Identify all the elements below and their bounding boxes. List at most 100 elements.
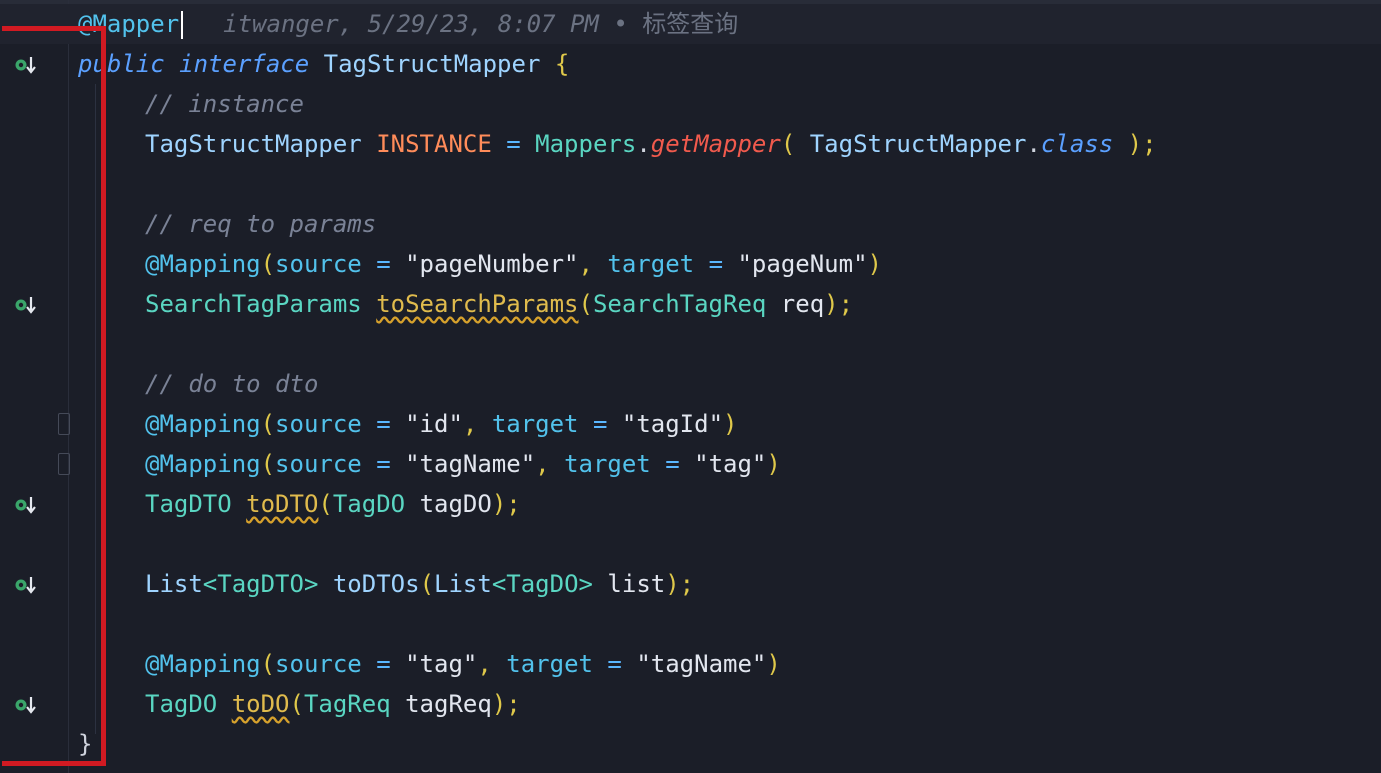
operator-equals: =: [376, 250, 391, 278]
mapping-annotation[interactable]: @Mapping: [145, 410, 261, 438]
attr-source: source: [275, 250, 362, 278]
attr-source: source: [275, 410, 362, 438]
keyword-class: class: [1040, 130, 1114, 158]
code-text[interactable]: @Mapping(source = "tagName", target = "t…: [145, 449, 781, 479]
code-line-mapping[interactable]: @Mapping(source = "pageNumber", target =…: [0, 244, 1381, 284]
code-line-method[interactable]: SearchTagParams toSearchParams(SearchTag…: [0, 284, 1381, 324]
string-value: "tag": [694, 450, 767, 478]
comment-do-to-dto: // do to dto: [145, 370, 319, 398]
close-paren-semicolon: );: [491, 490, 521, 518]
code-text[interactable]: TagDTO toDTO(TagDO tagDO);: [145, 489, 521, 519]
dot: .: [636, 130, 651, 158]
string-value: "tagName": [636, 650, 767, 678]
method-name-warning[interactable]: toDO: [232, 690, 290, 718]
code-line-method[interactable]: List<TagDTO> toDTOs(List<TagDO> list);: [0, 564, 1381, 604]
blame-separator: •: [613, 10, 628, 38]
method-name-warning[interactable]: toSearchParams: [376, 290, 578, 318]
comment-req-to-params: // req to params: [145, 210, 377, 238]
close-paren: ): [867, 250, 882, 278]
mapping-annotation[interactable]: @Mapping: [145, 650, 261, 678]
code-text[interactable]: public interface TagStructMapper {: [78, 49, 569, 79]
return-type[interactable]: TagDO: [145, 690, 217, 718]
operator-equals: =: [376, 450, 391, 478]
attr-target: target: [506, 650, 593, 678]
open-paren: (: [780, 130, 796, 158]
attr-target: target: [491, 410, 579, 438]
code-text[interactable]: SearchTagParams toSearchParams(SearchTag…: [145, 289, 853, 319]
param-name[interactable]: tagDO: [420, 490, 492, 518]
return-type[interactable]: TagDTO: [145, 490, 232, 518]
code-line-method[interactable]: TagDO toDO(TagReq tagReq);: [0, 684, 1381, 724]
param-name[interactable]: list: [607, 570, 665, 598]
code-text[interactable]: @Mapping(source = "pageNumber", target =…: [145, 249, 882, 279]
code-text[interactable]: @Mapping(source = "id", target = "tagId"…: [145, 409, 737, 439]
close-paren-semicolon: );: [824, 290, 854, 318]
type-name[interactable]: TagStructMapper: [145, 130, 362, 158]
constant-instance[interactable]: INSTANCE: [376, 130, 492, 158]
comma: ,: [462, 410, 478, 438]
interface-name[interactable]: TagStructMapper: [324, 50, 541, 78]
attr-target: target: [564, 450, 651, 478]
return-type[interactable]: SearchTagParams: [145, 290, 362, 318]
param-type[interactable]: TagDO: [333, 490, 405, 518]
code-text[interactable]: @Mapper itwanger, 5/29/23, 8:07 PM • 标签查询: [78, 9, 738, 39]
param-type[interactable]: SearchTagReq: [593, 290, 766, 318]
string-value: "id": [405, 410, 463, 438]
code-line-close[interactable]: }: [0, 724, 1381, 764]
close-paren: ): [766, 450, 781, 478]
param-name[interactable]: req: [781, 290, 824, 318]
open-paren: (: [419, 570, 435, 598]
blame-date: 5/29/23,: [367, 10, 484, 38]
open-paren: (: [289, 690, 304, 718]
operator-equals: =: [376, 410, 391, 438]
code-line-comment[interactable]: // instance: [0, 84, 1381, 124]
code-line-method[interactable]: TagDTO toDTO(TagDO tagDO);: [0, 484, 1381, 524]
open-paren: (: [260, 250, 276, 278]
code-line-instance[interactable]: TagStructMapper INSTANCE = Mappers.getMa…: [0, 124, 1381, 164]
type-list[interactable]: List: [145, 570, 203, 598]
type-list[interactable]: List: [434, 570, 492, 598]
code-line-mapping[interactable]: @Mapping(source = "id", target = "tagId"…: [0, 404, 1381, 444]
open-paren: (: [260, 450, 276, 478]
code-text[interactable]: TagStructMapper INSTANCE = Mappers.getMa…: [145, 129, 1157, 159]
open-brace: {: [554, 50, 570, 78]
code-text[interactable]: List<TagDTO> toDTOs(List<TagDO> list);: [145, 569, 694, 599]
generic-type[interactable]: TagDO: [506, 570, 578, 598]
highlight-annotation-box: [2, 26, 106, 766]
string-value: "tag": [405, 650, 478, 678]
code-text[interactable]: @Mapping(source = "tag", target = "tagNa…: [145, 649, 781, 679]
dot: .: [1026, 130, 1041, 158]
attr-source: source: [275, 450, 362, 478]
comma: ,: [477, 650, 492, 678]
blame-author: itwanger,: [223, 10, 354, 38]
code-line-mapping[interactable]: @Mapping(source = "tag", target = "tagNa…: [0, 644, 1381, 684]
close-paren-semicolon: );: [665, 570, 695, 598]
method-name[interactable]: toDTOs: [333, 570, 420, 598]
code-line-comment[interactable]: // req to params: [0, 204, 1381, 244]
method-name-warning[interactable]: toDTO: [246, 490, 318, 518]
argument-class[interactable]: TagStructMapper: [810, 130, 1027, 158]
param-name[interactable]: tagReq: [405, 690, 492, 718]
code-editor[interactable]: @Mapper itwanger, 5/29/23, 8:07 PM • 标签查询…: [0, 0, 1381, 773]
code-line-mapping[interactable]: @Mapping(source = "tagName", target = "t…: [0, 444, 1381, 484]
operator-equals: =: [506, 130, 521, 158]
method-getmapper[interactable]: getMapper: [651, 130, 781, 158]
blame-time: 8:07 PM: [497, 10, 599, 38]
mapping-annotation[interactable]: @Mapping: [145, 250, 261, 278]
code-line-comment[interactable]: // do to dto: [0, 364, 1381, 404]
param-type[interactable]: TagReq: [304, 690, 391, 718]
mapping-annotation[interactable]: @Mapping: [145, 450, 261, 478]
operator-equals: =: [708, 250, 724, 278]
generic-type[interactable]: TagDTO: [217, 570, 304, 598]
git-blame-annotation[interactable]: itwanger, 5/29/23, 8:07 PM • 标签查询: [223, 10, 738, 38]
code-text[interactable]: TagDO toDO(TagReq tagReq);: [145, 689, 521, 719]
code-line-interface-decl[interactable]: public interface TagStructMapper {: [0, 44, 1381, 84]
string-value: "tagId": [621, 410, 724, 438]
operator-equals: =: [665, 450, 680, 478]
class-mappers[interactable]: Mappers: [535, 130, 636, 158]
code-line-annotation[interactable]: @Mapper itwanger, 5/29/23, 8:07 PM • 标签查询: [0, 4, 1381, 44]
attr-target: target: [607, 250, 695, 278]
text-caret: [181, 11, 184, 39]
keyword-interface: interface: [179, 50, 310, 78]
comma: ,: [578, 250, 593, 278]
